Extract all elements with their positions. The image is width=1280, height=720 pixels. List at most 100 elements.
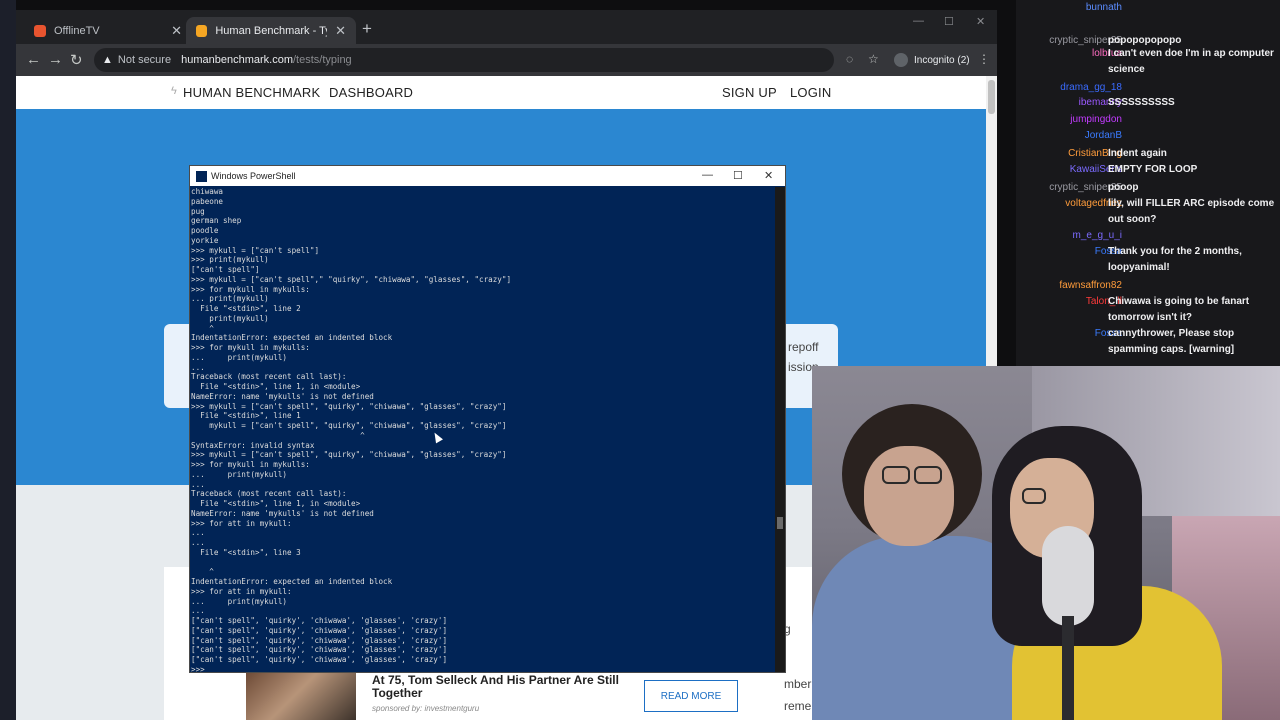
brand-link[interactable]: HUMAN BENCHMARK (183, 85, 320, 100)
chat-text: EMPTY FOR LOOP (1108, 164, 1198, 175)
nav-signup[interactable]: SIGN UP (722, 85, 777, 100)
tab-label: Human Benchmark - Typing Test (215, 24, 327, 37)
microphone (1042, 526, 1094, 626)
incognito-label: Incognito (2) (914, 54, 970, 66)
nav-dashboard[interactable]: DASHBOARD (329, 85, 413, 100)
console-line: ... print(mykull) (191, 294, 269, 304)
chat-text: cannythrower, Please stop spamming caps.… (1108, 328, 1235, 355)
maximize-icon[interactable]: ☐ (733, 169, 743, 182)
incognito-indicator[interactable]: Incognito (2) (894, 50, 970, 70)
tab-label: OfflineTV (54, 24, 100, 37)
console-line: yorkie (191, 235, 219, 245)
console-line: IndentationError: expected an indented b… (191, 333, 393, 343)
console-line: Traceback (most recent call last): (191, 372, 347, 382)
ad-image[interactable] (246, 672, 356, 720)
console-line: ^ (191, 430, 365, 440)
console-line: ^ (191, 567, 214, 577)
close-icon[interactable]: ✕ (764, 169, 773, 182)
new-tab-plus-icon[interactable]: + (362, 19, 372, 39)
address-bar[interactable]: ▲ Not secure humanbenchmark.com/tests/ty… (94, 48, 834, 72)
close-tab-icon[interactable]: ✕ (171, 23, 182, 39)
console-line: ... print(mykull) (191, 596, 288, 606)
powershell-window[interactable]: Windows PowerShell — ☐ ✕ chiwawa pabeone p… (189, 165, 786, 673)
incognito-icon (894, 53, 908, 67)
console-line: File "<stdin>", line 1 (191, 411, 301, 421)
console-line: >>> for att in mykull: (191, 518, 292, 528)
toolbar: ← → ↻ ▲ Not secure humanbenchmark.com/te… (16, 44, 997, 76)
bolt-logo-icon: ϟ (171, 85, 178, 97)
console-line: NameError: name 'mykulls' is not defined (191, 508, 374, 518)
console-line: mykull = ["can't spell", "quirky", "chiw… (191, 421, 507, 430)
chat-username[interactable]: JordanB (1085, 128, 1122, 144)
console-line: ... (191, 528, 205, 538)
chat-username[interactable]: m_e_g_u_i (1073, 228, 1122, 244)
console-scroll-thumb[interactable] (777, 517, 783, 529)
console-line: SyntaxError: invalid syntax (191, 440, 315, 450)
console-line: ... (191, 606, 205, 616)
human-benchmark-favicon-icon (196, 24, 208, 37)
console-line: ... print(mykull) (191, 469, 288, 479)
chat-text: Thank you for the 2 months, loopyanimal! (1108, 246, 1242, 273)
ad-banner[interactable]: At 75, Tom Selleck And His Partner Are S… (222, 672, 782, 720)
console-line: >>> mykull = ["can't spell", "quirky", "… (191, 450, 507, 460)
nav-login[interactable]: LOGIN (790, 85, 831, 100)
console-line: ["can't spell", 'quirky', 'chiwawa', 'gl… (191, 635, 448, 645)
warning-icon[interactable]: ▲ (102, 54, 113, 66)
minimize-window-icon[interactable]: — (913, 15, 924, 27)
chat-text: Chiwawa is going to be fanart tomorrow i… (1108, 296, 1250, 323)
console-line: >>> for mykull in mykulls: (191, 343, 310, 352)
security-label: Not secure (117, 54, 172, 66)
webcam-feed (812, 366, 1280, 720)
menu-kebab-icon[interactable]: ⋮ (978, 52, 990, 66)
console-line: ... print(mykull) (191, 352, 288, 362)
chat-username[interactable]: jumpingdon (1070, 112, 1122, 128)
tab-offlinetv[interactable]: OfflineTV ✕ (24, 17, 192, 44)
console-line: >>> _ (191, 664, 214, 672)
forward-arrow-icon[interactable]: → (48, 51, 63, 68)
minimize-icon[interactable]: — (702, 169, 713, 181)
glasses-left-lens (882, 466, 910, 484)
bookmark-star-icon[interactable]: ☆ (868, 52, 879, 66)
console-line: ["can't spell", 'quirky', 'chiwawa', 'gl… (191, 645, 448, 655)
console-scrollbar[interactable] (775, 187, 785, 672)
offlinetv-favicon-icon (34, 24, 46, 37)
url-path: /tests/typing (292, 54, 352, 66)
console-line: ... (191, 538, 205, 547)
console-output[interactable]: chiwawa pabeone pug german shep poodle yorkie… (190, 187, 775, 672)
powershell-icon (196, 170, 207, 182)
ad-sponsor: sponsored by: investmentguru (372, 704, 480, 713)
eye-off-icon[interactable]: ◌ (846, 52, 853, 66)
console-line: print(mykull) (191, 313, 269, 323)
tab-human-benchmark[interactable]: Human Benchmark - Typing Test ✕ (186, 17, 356, 44)
console-line: >>> mykull = ["can't spell", "quirky", "… (191, 401, 507, 411)
maximize-window-icon[interactable]: ☐ (944, 15, 954, 28)
desktop-edge (0, 0, 16, 720)
read-more-button[interactable]: READ MORE (644, 680, 738, 712)
chat-username[interactable]: fawnsaffron82 (1059, 278, 1122, 294)
console-line: IndentationError: expected an indented b… (191, 577, 393, 586)
chat-username[interactable]: bunnath (1086, 0, 1122, 16)
close-window-icon[interactable]: ✕ (976, 15, 985, 28)
desktop: OfflineTV ✕ Human Benchmark - Typing Tes… (0, 0, 1280, 720)
console-line: ... (191, 362, 205, 372)
console-line: chiwawa (191, 187, 224, 196)
person-left-face (864, 446, 954, 546)
ad-headline[interactable]: At 75, Tom Selleck And His Partner Are S… (372, 674, 632, 700)
console-line: >>> for mykull in mykulls: (191, 284, 310, 294)
chat-text: SSSSSSSSSS (1108, 97, 1175, 108)
close-tab-icon[interactable]: ✕ (335, 23, 346, 39)
back-arrow-icon[interactable]: ← (26, 51, 41, 68)
console-line: ["can't spell"] (191, 265, 260, 274)
scrollbar-thumb[interactable] (988, 80, 995, 114)
console-line: ["can't spell", 'quirky', 'chiwawa', 'gl… (191, 655, 448, 664)
console-line: ^ (191, 323, 214, 333)
console-line: pabeone (191, 196, 224, 206)
chat-username[interactable]: drama_gg_18 (1060, 80, 1122, 96)
chat-text: pooop (1108, 182, 1139, 193)
console-line: ... (191, 479, 205, 489)
stream-chat: bunnath cryptic_sniper35 popopopopopo lolbr… (1016, 0, 1280, 366)
reload-icon[interactable]: ↻ (70, 51, 83, 69)
console-line: >>> for att in mykull: (191, 586, 292, 596)
powershell-titlebar[interactable]: Windows PowerShell — ☐ ✕ (190, 166, 785, 186)
